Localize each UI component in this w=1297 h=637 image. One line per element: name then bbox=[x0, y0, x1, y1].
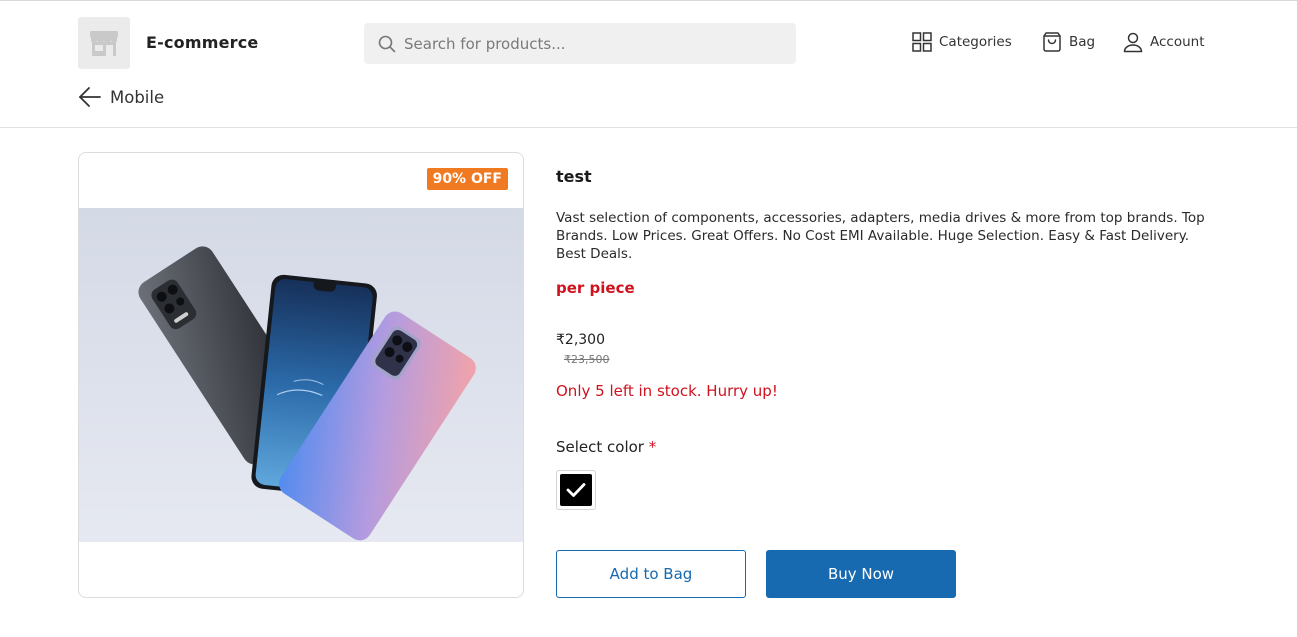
top-border bbox=[0, 0, 1297, 1]
phone-illustration bbox=[138, 246, 476, 541]
bag-icon bbox=[1043, 32, 1061, 52]
check-icon bbox=[566, 483, 586, 497]
nav-categories[interactable]: Categories bbox=[911, 31, 1012, 53]
color-swatch-fill bbox=[560, 474, 592, 506]
product-image-card: 90% OFF bbox=[78, 152, 524, 598]
product-image[interactable] bbox=[79, 208, 523, 542]
search-bar[interactable] bbox=[364, 23, 796, 64]
search-icon bbox=[378, 35, 396, 52]
brand-name[interactable]: E-commerce bbox=[146, 33, 258, 52]
store-icon bbox=[90, 31, 118, 56]
back-link[interactable]: Mobile bbox=[78, 86, 164, 108]
nav-account-label: Account bbox=[1150, 34, 1205, 50]
color-label-text: Select color bbox=[556, 438, 644, 456]
grid-icon bbox=[912, 32, 932, 52]
nav-account[interactable]: Account bbox=[1122, 31, 1205, 53]
store-logo[interactable] bbox=[78, 17, 130, 69]
discount-badge: 90% OFF bbox=[426, 168, 508, 190]
buy-now-button[interactable]: Buy Now bbox=[766, 550, 956, 598]
arrow-left-icon bbox=[79, 87, 101, 107]
header-divider bbox=[0, 127, 1297, 128]
color-swatch-black[interactable] bbox=[556, 470, 596, 510]
color-label: Select color * bbox=[556, 438, 656, 456]
nav-bag[interactable]: Bag bbox=[1041, 31, 1095, 53]
unit-label: per piece bbox=[556, 279, 635, 297]
breadcrumb-label: Mobile bbox=[110, 87, 165, 107]
stock-alert: Only 5 left in stock. Hurry up! bbox=[556, 382, 778, 400]
nav-bag-label: Bag bbox=[1069, 34, 1096, 50]
search-input[interactable] bbox=[404, 34, 784, 53]
product-description: Vast selection of components, accessorie… bbox=[556, 210, 1205, 262]
add-to-bag-button[interactable]: Add to Bag bbox=[556, 550, 746, 598]
original-price: ₹23,500 bbox=[564, 353, 610, 366]
required-mark: * bbox=[648, 438, 657, 456]
nav-categories-label: Categories bbox=[939, 34, 1012, 50]
product-title: test bbox=[556, 167, 592, 186]
product-price: ₹2,300 bbox=[556, 332, 605, 348]
user-icon bbox=[1123, 32, 1143, 53]
